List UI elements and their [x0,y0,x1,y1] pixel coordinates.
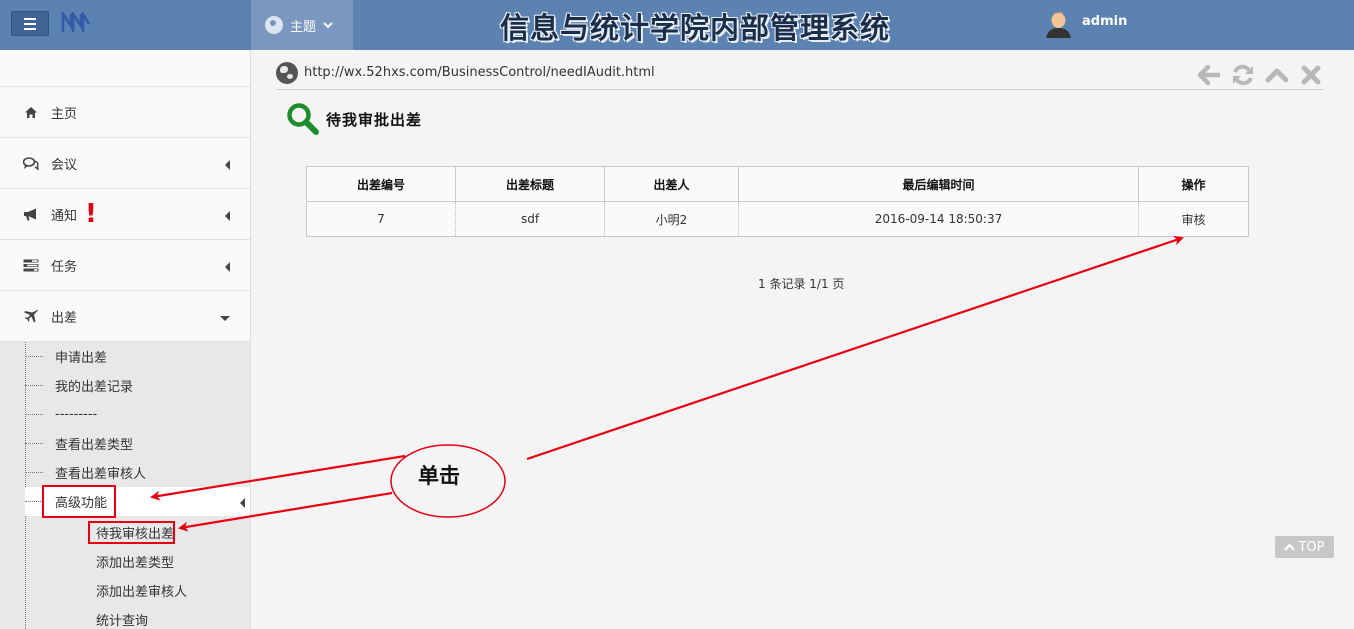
url-bar: http://wx.52hxs.com/BusinessControl/need… [276,61,1324,90]
table-cell: sdf [455,201,605,237]
submenu-label: 查看出差类型 [55,438,134,453]
sidebar-item-tasks[interactable]: 任务 [0,240,250,291]
chevron-down-icon [323,22,333,29]
theme-dropdown[interactable]: 主题 [251,0,353,50]
travel-table: 出差编号 出差标题 出差人 最后编辑时间 操作 7 sdf 小明2 2016-0… [306,166,1249,237]
table-cell: 7 [306,201,456,237]
audit-link[interactable]: 审核 [1138,201,1249,237]
submenu-view-travel-types[interactable]: 查看出差类型 [25,429,250,458]
collapse-up-icon[interactable] [1264,63,1290,87]
pagination-info: 1 条记录 1/1 页 [758,277,845,291]
submenu-add-travel-auditor[interactable]: 添加出差审核人 [96,581,187,600]
sidebar-item-label: 通知 [51,208,78,224]
sidebar-item-meeting[interactable]: 会议 [0,138,250,189]
user-name[interactable]: admin [1082,14,1127,29]
back-arrow-icon[interactable] [1196,63,1222,87]
column-header: 出差标题 [455,166,605,202]
palette-icon [265,16,283,34]
tasks-icon [22,257,40,273]
submenu-label: 我的出差记录 [55,380,134,395]
current-url: http://wx.52hxs.com/BusinessControl/need… [304,65,655,80]
close-icon[interactable] [1298,63,1324,87]
submenu-label: 申请出差 [55,351,108,366]
chevron-up-icon [1284,543,1296,551]
globe-icon [276,62,298,84]
caret-down-icon [220,316,230,321]
sidebar-spacer [0,50,250,87]
caret-left-icon [225,211,230,221]
top-navbar: 主题 信息与统计学院内部管理系统 admin [0,0,1354,50]
submenu-my-travel-records[interactable]: 我的出差记录 [25,371,250,400]
caret-left-icon [240,498,245,508]
sidebar-item-travel[interactable]: 出差 [0,291,250,342]
page-title: 待我审批出差 [326,110,423,129]
column-header: 最后编辑时间 [738,166,1139,202]
alert-badge: ! [85,199,97,229]
table-cell: 2016-09-14 18:50:37 [738,201,1139,237]
submenu-apply-travel[interactable]: 申请出差 [25,342,250,371]
submenu-label: --------- [55,407,98,422]
sidebar-item-label: 主页 [51,106,78,122]
comments-icon [22,155,40,171]
theme-label: 主题 [290,19,317,35]
caret-left-icon [225,262,230,272]
back-to-top-button[interactable]: TOP [1275,536,1334,558]
submenu-divider: --------- [25,400,250,429]
travel-submenu: 申请出差 我的出差记录 --------- 查看出差类型 查看出差审核人 高级功… [0,342,250,629]
highlight-box-pending-audit [88,521,175,544]
toolbar [1196,63,1324,87]
app-title: 信息与统计学院内部管理系统 [500,11,891,45]
home-icon [22,104,40,120]
table-cell: 小明2 [604,201,739,237]
column-header: 操作 [1138,166,1249,202]
submenu-label: 查看出差审核人 [55,467,147,482]
sidebar-item-label: 会议 [51,157,78,173]
column-header: 出差人 [604,166,739,202]
page-heading: 待我审批出差 [286,102,422,136]
app-logo-icon [61,12,91,32]
submenu-add-travel-type[interactable]: 添加出差类型 [96,552,174,571]
sidebar-item-notice[interactable]: 通知 ! [0,189,250,240]
table-header-row: 出差编号 出差标题 出差人 最后编辑时间 操作 [306,166,1249,202]
sidebar-item-label: 任务 [51,259,78,275]
top-button-label: TOP [1298,539,1325,555]
bullhorn-icon [22,206,40,222]
plane-icon [22,308,40,324]
arrow-to-audit-link [526,235,1184,461]
sidebar-item-label: 出差 [51,310,78,326]
user-avatar[interactable] [1045,9,1072,38]
menu-toggle-button[interactable] [11,11,49,36]
submenu-view-travel-auditors[interactable]: 查看出差审核人 [25,458,250,487]
sidebar-item-home[interactable]: 主页 [0,87,250,138]
annotation-label: 单击 [418,463,460,488]
submenu-statistics-query[interactable]: 统计查询 [96,610,148,629]
search-icon [287,103,319,135]
highlight-box-advanced [42,485,116,518]
caret-left-icon [225,160,230,170]
table-row: 7 sdf 小明2 2016-09-14 18:50:37 审核 [306,201,1249,237]
refresh-icon[interactable] [1230,63,1256,87]
column-header: 出差编号 [306,166,456,202]
